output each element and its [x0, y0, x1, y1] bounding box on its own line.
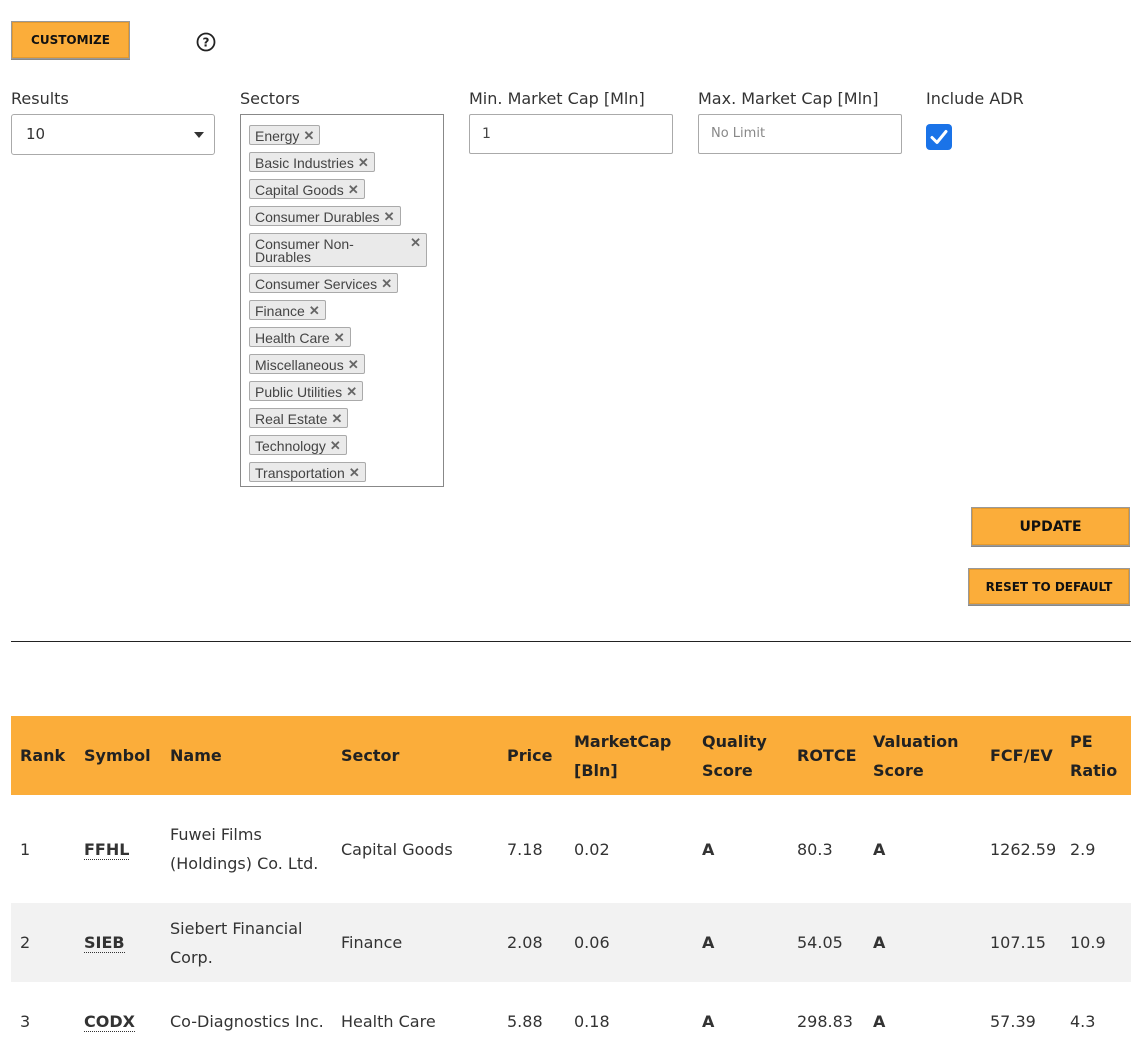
sector-chip-real-estate[interactable]: Real Estate ✕ [249, 408, 349, 429]
cell-sector: Capital Goods [341, 839, 453, 859]
svg-text:?: ? [203, 36, 210, 50]
sector-chip-technology[interactable]: Technology ✕ [249, 435, 347, 455]
cell-price: 5.88 [507, 1012, 543, 1031]
remove-icon[interactable]: ✕ [348, 355, 359, 375]
sectors-multiselect[interactable]: Energy ✕ Basic Industries ✕ Capital Goods ✕… [240, 114, 444, 487]
remove-icon[interactable]: ✕ [303, 126, 314, 146]
max-market-cap-input[interactable]: No Limit [698, 114, 902, 154]
cell-rank: 1 [20, 839, 31, 859]
cell-name: Fuwei Films (Holdings) Co. Ltd. [170, 825, 319, 873]
remove-icon[interactable]: ✕ [358, 153, 369, 173]
cell-symbol-link[interactable]: CODX [75, 982, 161, 1061]
cell-valuation-score: A [873, 839, 886, 859]
sector-chip-basic-industries[interactable]: Basic Industries ✕ [249, 152, 375, 172]
cell-symbol-link[interactable]: SIEB [75, 903, 161, 982]
cell-marketcap: 0.06 [574, 933, 610, 952]
caret-down-icon [194, 132, 204, 138]
max-market-cap-label: Max. Market Cap [Mln] [698, 89, 879, 108]
min-market-cap-input[interactable]: 1 [469, 114, 673, 154]
cell-marketcap: 0.18 [574, 1012, 610, 1031]
results-select-value: 10 [26, 125, 46, 143]
sector-chip-capital-goods[interactable]: Capital Goods ✕ [249, 179, 365, 199]
sector-chip-consumer-non-durables[interactable]: Consumer Non-Durables ✕ [249, 233, 427, 267]
sector-chip-consumer-durables[interactable]: Consumer Durables ✕ [249, 206, 401, 226]
cell-fcf-ev: 57.39 [990, 1012, 1036, 1031]
header-symbol[interactable]: Symbol [75, 716, 161, 795]
update-button[interactable]: UPDATE [971, 507, 1130, 546]
table-row: 1 FFHL Fuwei Films (Holdings) Co. Ltd. C… [11, 795, 1131, 903]
cell-rank: 3 [20, 1012, 31, 1031]
cell-valuation-score: A [873, 1012, 886, 1031]
table-row: 3 CODX Co-Diagnostics Inc. Health Care 5… [11, 982, 1131, 1061]
min-market-cap-label: Min. Market Cap [Mln] [469, 89, 645, 108]
header-quality-score[interactable]: Quality Score [693, 716, 788, 795]
customize-button[interactable]: CUSTOMIZE [11, 21, 130, 59]
results-label: Results [11, 89, 69, 108]
cell-price: 7.18 [507, 839, 543, 859]
remove-icon[interactable]: ✕ [348, 180, 359, 200]
table-header-row: Rank Symbol Name Sector Price MarketCap … [11, 716, 1131, 795]
help-icon[interactable]: ? [196, 32, 216, 52]
sector-chip-energy[interactable]: Energy ✕ [249, 125, 321, 146]
cell-fcf-ev: 1262.59 [990, 839, 1057, 859]
cell-pe-ratio: 10.9 [1070, 933, 1106, 952]
header-marketcap[interactable]: MarketCap [Bln] [565, 716, 693, 795]
remove-icon[interactable]: ✕ [346, 382, 357, 402]
reset-to-default-button[interactable]: RESET TO DEFAULT [968, 568, 1130, 605]
remove-icon[interactable]: ✕ [349, 463, 360, 483]
sector-chip-transportation[interactable]: Transportation ✕ [249, 462, 366, 482]
sector-chip-miscellaneous[interactable]: Miscellaneous ✕ [249, 354, 365, 374]
cell-rotce: 80.3 [797, 839, 833, 859]
include-adr-label: Include ADR [926, 89, 1024, 108]
header-sector[interactable]: Sector [332, 716, 498, 795]
remove-icon[interactable]: ✕ [330, 436, 341, 456]
cell-marketcap: 0.02 [574, 839, 610, 859]
remove-icon[interactable]: ✕ [384, 207, 395, 227]
header-rotce[interactable]: ROTCE [788, 716, 864, 795]
cell-sector: Health Care [341, 1012, 436, 1031]
divider [11, 641, 1131, 642]
cell-sector: Finance [341, 933, 403, 952]
cell-rank: 2 [20, 933, 31, 952]
header-rank[interactable]: Rank [11, 716, 75, 795]
header-pe-ratio[interactable]: PE Ratio [1061, 716, 1131, 795]
cell-rotce: 298.83 [797, 1012, 853, 1031]
sector-chip-public-utilities[interactable]: Public Utilities ✕ [249, 381, 364, 402]
checkmark-icon [930, 130, 948, 144]
cell-name: Siebert Financial Corp. [170, 918, 303, 967]
cell-fcf-ev: 107.15 [990, 933, 1046, 952]
cell-price: 2.08 [507, 933, 543, 952]
table-row: 2 SIEB Siebert Financial Corp. Finance 2… [11, 903, 1131, 982]
include-adr-checkbox[interactable] [926, 124, 952, 150]
header-valuation-score[interactable]: Valuation Score [864, 716, 981, 795]
header-name[interactable]: Name [161, 716, 332, 795]
remove-icon[interactable]: ✕ [410, 236, 421, 249]
cell-quality-score: A [702, 933, 715, 952]
cell-symbol-link[interactable]: FFHL [75, 795, 161, 903]
header-price[interactable]: Price [498, 716, 565, 795]
remove-icon[interactable]: ✕ [331, 409, 342, 429]
cell-quality-score: A [702, 1012, 715, 1031]
remove-icon[interactable]: ✕ [334, 328, 345, 348]
results-select[interactable]: 10 [11, 114, 215, 155]
header-fcf-ev[interactable]: FCF/EV [981, 716, 1061, 795]
cell-valuation-score: A [873, 933, 886, 952]
sector-chip-finance[interactable]: Finance ✕ [249, 300, 326, 320]
sector-chip-consumer-services[interactable]: Consumer Services ✕ [249, 273, 399, 294]
sectors-label: Sectors [240, 89, 300, 108]
cell-rotce: 54.05 [797, 933, 843, 952]
remove-icon[interactable]: ✕ [381, 274, 392, 294]
sector-chip-health-care[interactable]: Health Care ✕ [249, 327, 351, 347]
remove-icon[interactable]: ✕ [309, 301, 320, 321]
cell-quality-score: A [702, 839, 715, 859]
cell-name: Co-Diagnostics Inc. [170, 1012, 324, 1031]
results-table: Rank Symbol Name Sector Price MarketCap … [11, 716, 1131, 1061]
cell-pe-ratio: 4.3 [1070, 1012, 1096, 1031]
cell-pe-ratio: 2.9 [1070, 839, 1096, 859]
